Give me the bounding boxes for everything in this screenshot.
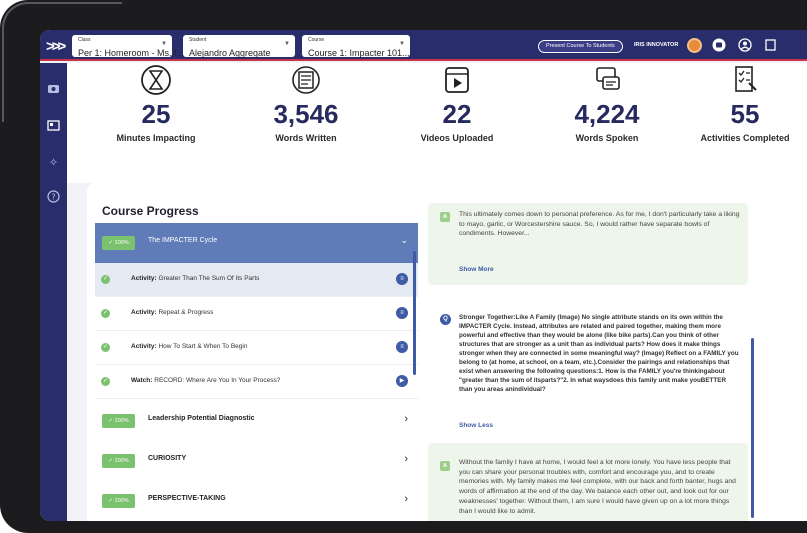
stat-caption: Words Spoken	[575, 133, 639, 143]
chevron-down-icon: ▼	[161, 41, 167, 47]
stat-minutes: 25 Minutes Impacting	[81, 63, 231, 143]
stat-value: 55	[730, 99, 760, 129]
question-text: Stronger Together:Like A Family (Image) …	[459, 314, 739, 393]
stat-value: 4,224	[574, 99, 640, 129]
hourglass-icon	[136, 63, 176, 97]
responses-panel: A This ultimately comes down to personal…	[428, 183, 807, 521]
activity-row[interactable]: ✓ Activity: How To Start & When To Begin…	[95, 331, 418, 365]
section-title: CURIOSITY	[148, 455, 187, 462]
course-progress-title: Course Progress	[102, 204, 199, 218]
stat-activities: 55 Activities Completed	[670, 63, 807, 143]
document-icon	[286, 63, 326, 97]
answer-badge: A	[440, 212, 450, 222]
chevron-down-icon: ▼	[284, 41, 290, 47]
activity-row[interactable]: ✓ Activity: Greater Than The Sum Of Its …	[95, 263, 418, 297]
section-perspective-taking[interactable]: ✓ 100% PERSPECTIVE-TAKING ›	[95, 481, 418, 521]
activity-row[interactable]: ✓ Activity: Repeat & Progress ≡	[95, 297, 418, 331]
check-icon: ✓	[101, 377, 110, 386]
student-select-label: Student	[189, 37, 207, 43]
student-select-value: Alejandro Aggregate	[189, 48, 271, 58]
section-leadership-diagnostic[interactable]: ✓ 100% Leadership Potential Diagnostic ›	[95, 401, 418, 441]
document-icon[interactable]: ≡	[396, 273, 408, 285]
question-card: Q Stronger Together:Like A Family (Image…	[428, 293, 748, 438]
course-select-value: Course 1: Impacter 101...	[308, 48, 410, 58]
sparkle-icon[interactable]: ✧	[46, 156, 61, 171]
course-select-label: Course	[308, 37, 325, 43]
activity-row[interactable]: ✓ Watch: RECORD: Where Are You In Your P…	[95, 365, 418, 399]
camera-icon[interactable]	[46, 83, 61, 98]
left-sidebar: ✧ ?	[40, 63, 67, 521]
chevron-down-icon: ⌄	[400, 235, 408, 245]
app-screen: >>> Class Per 1: Homeroom - Ms. I... ▼ S…	[40, 30, 807, 521]
chevron-right-icon: ›	[404, 453, 408, 465]
stat-value: 25	[141, 99, 171, 129]
exit-icon[interactable]	[764, 38, 778, 52]
stat-words-written: 3,546 Words Written	[231, 63, 381, 143]
completion-badge: ✓ 100%	[102, 454, 135, 468]
answer-text: This ultimately comes down to personal p…	[459, 211, 740, 238]
course-progress-card: Course Progress ✓ 100% The IMPACTER Cycl…	[87, 183, 807, 521]
avatar[interactable]	[687, 38, 702, 53]
checklist-icon	[725, 63, 765, 97]
answer-card: A This ultimately comes down to personal…	[428, 203, 748, 285]
section-list-scrollbar[interactable]	[413, 251, 416, 375]
activity-label: Watch: RECORD: Where Are You In Your Pro…	[131, 377, 281, 384]
present-course-button[interactable]: Present Course To Students	[538, 40, 623, 53]
answer-card: A Without the family I have at home, I w…	[428, 443, 748, 521]
activity-label: Activity: Greater Than The Sum Of Its Pa…	[131, 275, 260, 282]
answer-text: Without the family I have at home, I wou…	[459, 459, 736, 515]
account-icon[interactable]	[738, 38, 752, 52]
section-title: The IMPACTER Cycle	[148, 237, 218, 244]
completion-badge: ✓ 100%	[102, 494, 135, 508]
student-select[interactable]: Student Alejandro Aggregate ▼	[183, 35, 295, 58]
class-select-value: Per 1: Homeroom - Ms. I...	[78, 48, 185, 58]
app-logo-icon[interactable]: >>>	[46, 38, 66, 55]
play-icon[interactable]: ▶	[396, 375, 408, 387]
speech-bubble-icon	[587, 63, 627, 97]
stat-value: 3,546	[273, 99, 339, 129]
completion-badge: ✓ 100%	[102, 414, 135, 428]
activity-label: Activity: How To Start & When To Begin	[131, 343, 248, 350]
check-icon: ✓	[101, 343, 110, 352]
answer-badge: A	[440, 461, 450, 471]
top-navbar: >>> Class Per 1: Homeroom - Ms. I... ▼ S…	[40, 30, 807, 61]
stat-caption: Videos Uploaded	[420, 133, 494, 143]
stat-caption: Minutes Impacting	[116, 133, 196, 143]
activity-label: Activity: Repeat & Progress	[131, 309, 214, 316]
chevron-down-icon: ▼	[399, 41, 405, 47]
class-select-label: Class	[78, 37, 91, 43]
section-curiosity[interactable]: ✓ 100% CURIOSITY ›	[95, 441, 418, 481]
stat-caption: Activities Completed	[700, 133, 790, 143]
completion-badge: ✓ 100%	[102, 236, 135, 250]
chevron-right-icon: ›	[404, 493, 408, 505]
check-icon: ✓	[101, 309, 110, 318]
check-icon: ✓	[101, 275, 110, 284]
stat-words-spoken: 4,224 Words Spoken	[532, 63, 682, 143]
section-title: Leadership Potential Diagnostic	[148, 415, 255, 422]
course-section-list: ✓ 100% The IMPACTER Cycle ⌄ ✓ Activity: …	[95, 223, 418, 521]
show-less-link[interactable]: Show Less	[459, 422, 493, 429]
help-icon[interactable]: ?	[46, 190, 61, 205]
stats-panel: 25 Minutes Impacting 3,546 Words Written…	[67, 63, 807, 183]
stat-value: 22	[442, 99, 472, 129]
inbox-icon[interactable]	[712, 38, 726, 52]
svg-text:?: ?	[51, 193, 55, 202]
document-icon[interactable]: ≡	[396, 341, 408, 353]
responses-scrollbar[interactable]	[751, 338, 754, 518]
question-badge: Q	[440, 314, 451, 325]
class-select[interactable]: Class Per 1: Homeroom - Ms. I... ▼	[72, 35, 184, 58]
chevron-right-icon: ›	[404, 413, 408, 425]
document-icon[interactable]: ≡	[396, 307, 408, 319]
video-icon	[437, 63, 477, 97]
stat-caption: Words Written	[275, 133, 337, 143]
tablet-frame: >>> Class Per 1: Homeroom - Ms. I... ▼ S…	[0, 0, 807, 533]
user-name: IRIS INNOVATOR	[634, 42, 679, 48]
show-more-link[interactable]: Show More	[459, 266, 494, 273]
section-title: PERSPECTIVE-TAKING	[148, 495, 226, 502]
dashboard-icon[interactable]	[46, 120, 61, 135]
section-impacter-cycle[interactable]: ✓ 100% The IMPACTER Cycle ⌄	[95, 223, 418, 263]
stat-videos: 22 Videos Uploaded	[382, 63, 532, 143]
course-select[interactable]: Course Course 1: Impacter 101... ▼	[302, 35, 410, 58]
